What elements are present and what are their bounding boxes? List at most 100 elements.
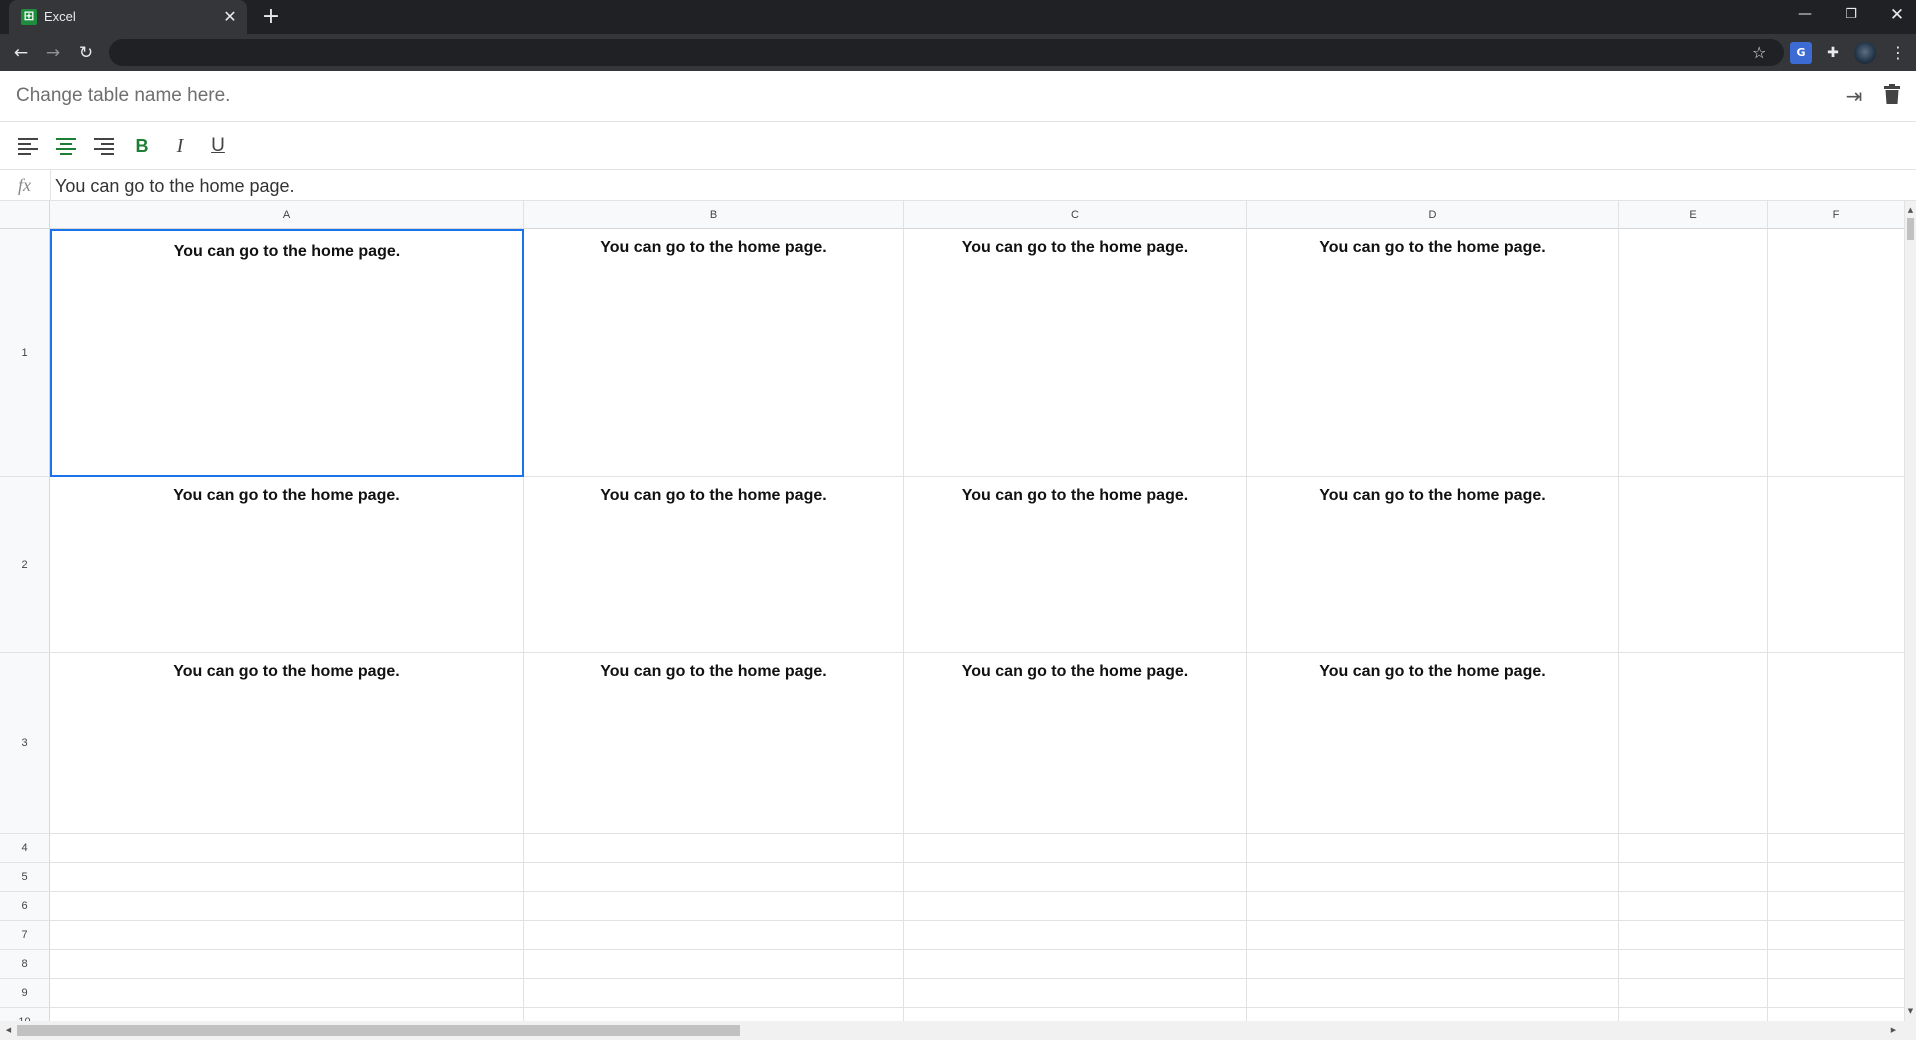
reload-icon[interactable]: ↻ bbox=[74, 41, 98, 65]
cell-a9[interactable] bbox=[50, 979, 524, 1008]
cell-d6[interactable] bbox=[1247, 892, 1619, 921]
new-tab-icon[interactable]: + bbox=[260, 6, 282, 28]
cell-c4[interactable] bbox=[904, 834, 1247, 863]
cell-a1[interactable]: You can go to the home page. bbox=[50, 229, 524, 477]
cell-d8[interactable] bbox=[1247, 950, 1619, 979]
column-header-c[interactable]: C bbox=[904, 201, 1247, 229]
cell-b3[interactable]: You can go to the home page. bbox=[524, 653, 904, 834]
cell-d10[interactable] bbox=[1247, 1008, 1619, 1021]
close-tab-icon[interactable]: ✕ bbox=[221, 8, 239, 26]
close-window-button[interactable]: ✕ bbox=[1874, 0, 1916, 30]
trash-icon[interactable] bbox=[1880, 84, 1904, 108]
cell-e6[interactable] bbox=[1619, 892, 1768, 921]
cell-b2[interactable]: You can go to the home page. bbox=[524, 477, 904, 653]
cell-c3[interactable]: You can go to the home page. bbox=[904, 653, 1247, 834]
scroll-down-arrow-icon[interactable]: ▼ bbox=[1905, 1006, 1916, 1017]
cell-f6[interactable] bbox=[1768, 892, 1905, 921]
column-header-a[interactable]: A bbox=[50, 201, 524, 229]
cell-d2[interactable]: You can go to the home page. bbox=[1247, 477, 1619, 653]
italic-button[interactable]: I bbox=[166, 132, 194, 160]
cell-b6[interactable] bbox=[524, 892, 904, 921]
scroll-up-arrow-icon[interactable]: ▲ bbox=[1905, 205, 1916, 216]
row-header-10[interactable]: 10 bbox=[0, 1008, 50, 1021]
extensions-puzzle-icon[interactable]: ✚ bbox=[1822, 42, 1844, 64]
cell-a8[interactable] bbox=[50, 950, 524, 979]
row-header-4[interactable]: 4 bbox=[0, 834, 50, 863]
bold-button[interactable]: B bbox=[128, 132, 156, 160]
underline-button[interactable]: U bbox=[204, 132, 232, 160]
cell-f1[interactable] bbox=[1768, 229, 1905, 477]
back-arrow-icon[interactable]: ← bbox=[9, 41, 33, 65]
cell-f10[interactable] bbox=[1768, 1008, 1905, 1021]
cell-a6[interactable] bbox=[50, 892, 524, 921]
cell-c10[interactable] bbox=[904, 1008, 1247, 1021]
row-header-6[interactable]: 6 bbox=[0, 892, 50, 921]
cell-c6[interactable] bbox=[904, 892, 1247, 921]
address-bar[interactable] bbox=[109, 39, 1784, 66]
row-header-3[interactable]: 3 bbox=[0, 653, 50, 834]
exit-icon[interactable]: ⇥ bbox=[1842, 84, 1866, 108]
cell-a3[interactable]: You can go to the home page. bbox=[50, 653, 524, 834]
cell-c2[interactable]: You can go to the home page. bbox=[904, 477, 1247, 653]
cell-e8[interactable] bbox=[1619, 950, 1768, 979]
vertical-scrollbar[interactable]: ▲ ▼ bbox=[1905, 201, 1916, 1021]
cell-e1[interactable] bbox=[1619, 229, 1768, 477]
profile-avatar[interactable] bbox=[1854, 42, 1876, 64]
horizontal-scrollbar[interactable]: ◀ ▶ bbox=[0, 1021, 1916, 1040]
cell-c7[interactable] bbox=[904, 921, 1247, 950]
cell-f5[interactable] bbox=[1768, 863, 1905, 892]
cell-f2[interactable] bbox=[1768, 477, 1905, 653]
scroll-right-arrow-icon[interactable]: ▶ bbox=[1888, 1025, 1899, 1036]
cell-e5[interactable] bbox=[1619, 863, 1768, 892]
cell-f4[interactable] bbox=[1768, 834, 1905, 863]
row-header-8[interactable]: 8 bbox=[0, 950, 50, 979]
cell-e4[interactable] bbox=[1619, 834, 1768, 863]
cell-c1[interactable]: You can go to the home page. bbox=[904, 229, 1247, 477]
cell-b5[interactable] bbox=[524, 863, 904, 892]
cell-f3[interactable] bbox=[1768, 653, 1905, 834]
cell-b10[interactable] bbox=[524, 1008, 904, 1021]
cell-d5[interactable] bbox=[1247, 863, 1619, 892]
cell-e3[interactable] bbox=[1619, 653, 1768, 834]
cell-a2[interactable]: You can go to the home page. bbox=[50, 477, 524, 653]
cell-d1[interactable]: You can go to the home page. bbox=[1247, 229, 1619, 477]
forward-arrow-icon[interactable]: → bbox=[41, 41, 65, 65]
cell-d3[interactable]: You can go to the home page. bbox=[1247, 653, 1619, 834]
cell-d9[interactable] bbox=[1247, 979, 1619, 1008]
cell-c8[interactable] bbox=[904, 950, 1247, 979]
row-header-9[interactable]: 9 bbox=[0, 979, 50, 1008]
row-header-2[interactable]: 2 bbox=[0, 477, 50, 653]
row-header-7[interactable]: 7 bbox=[0, 921, 50, 950]
cell-e10[interactable] bbox=[1619, 1008, 1768, 1021]
align-left-icon[interactable] bbox=[14, 132, 42, 160]
row-header-1[interactable]: 1 bbox=[0, 229, 50, 477]
row-header-5[interactable]: 5 bbox=[0, 863, 50, 892]
cell-a4[interactable] bbox=[50, 834, 524, 863]
cell-f9[interactable] bbox=[1768, 979, 1905, 1008]
cell-a7[interactable] bbox=[50, 921, 524, 950]
cell-f8[interactable] bbox=[1768, 950, 1905, 979]
vertical-scroll-thumb[interactable] bbox=[1907, 218, 1914, 240]
cell-f7[interactable] bbox=[1768, 921, 1905, 950]
cell-b1[interactable]: You can go to the home page. bbox=[524, 229, 904, 477]
align-right-icon[interactable] bbox=[90, 132, 118, 160]
browser-menu-icon[interactable]: ⋮ bbox=[1887, 42, 1909, 64]
select-all-corner[interactable] bbox=[0, 201, 50, 229]
cell-d4[interactable] bbox=[1247, 834, 1619, 863]
scroll-left-arrow-icon[interactable]: ◀ bbox=[3, 1025, 14, 1036]
column-header-b[interactable]: B bbox=[524, 201, 904, 229]
cell-d7[interactable] bbox=[1247, 921, 1619, 950]
cell-e7[interactable] bbox=[1619, 921, 1768, 950]
cell-e2[interactable] bbox=[1619, 477, 1768, 653]
cell-c5[interactable] bbox=[904, 863, 1247, 892]
column-header-f[interactable]: F bbox=[1768, 201, 1905, 229]
formula-input[interactable]: You can go to the home page. bbox=[55, 176, 295, 197]
cell-a10[interactable] bbox=[50, 1008, 524, 1021]
cell-b8[interactable] bbox=[524, 950, 904, 979]
column-header-d[interactable]: D bbox=[1247, 201, 1619, 229]
cell-e9[interactable] bbox=[1619, 979, 1768, 1008]
cell-b7[interactable] bbox=[524, 921, 904, 950]
horizontal-scroll-thumb[interactable] bbox=[17, 1025, 740, 1036]
align-center-icon[interactable] bbox=[52, 132, 80, 160]
cell-a5[interactable] bbox=[50, 863, 524, 892]
